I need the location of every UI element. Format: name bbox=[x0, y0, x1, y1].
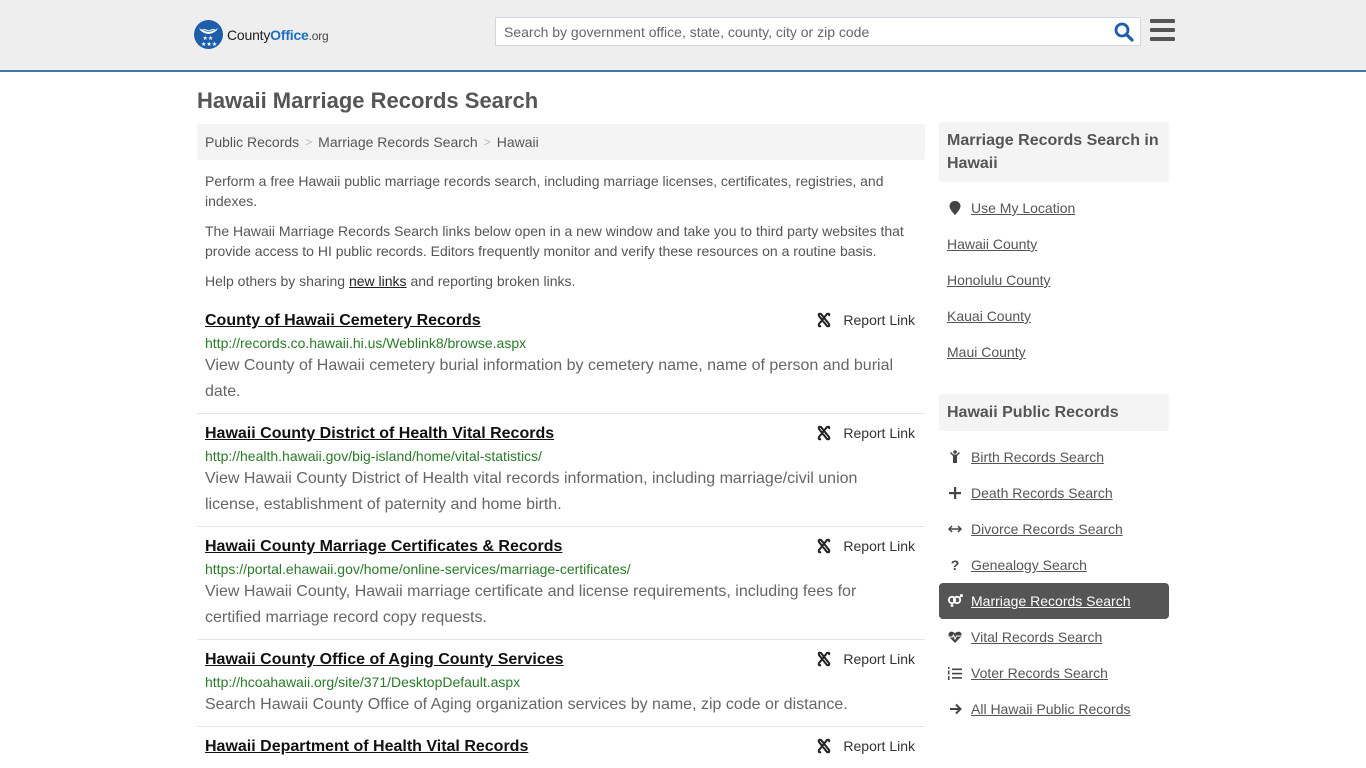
child-icon bbox=[947, 449, 963, 465]
svg-text:★★: ★★ bbox=[203, 35, 214, 42]
sidebar-item-maui-county[interactable]: Maui County bbox=[939, 334, 1169, 370]
sidebar-item-birth-records[interactable]: Birth Records Search bbox=[939, 439, 1169, 475]
public-records-list: Birth Records Search Death Records Searc… bbox=[939, 431, 1169, 731]
breadcrumb-separator: > bbox=[305, 135, 313, 149]
search-box bbox=[495, 17, 1141, 46]
broken-link-icon bbox=[818, 651, 831, 667]
record-item: Hawaii County District of Health Vital R… bbox=[197, 414, 925, 527]
record-description: Search Hawaii County Office of Aging org… bbox=[205, 696, 848, 713]
sidebar-item-death-records[interactable]: Death Records Search bbox=[939, 475, 1169, 511]
logo-eagle-icon: ★★ ★★★ bbox=[194, 20, 223, 49]
record-title-link[interactable]: County of Hawaii Cemetery Records bbox=[205, 311, 481, 331]
record-title-link[interactable]: Hawaii Department of Health Vital Record… bbox=[205, 737, 528, 757]
records-list: County of Hawaii Cemetery Records Report… bbox=[197, 301, 925, 765]
intro-paragraph-3: Help others by sharing new links and rep… bbox=[205, 273, 576, 289]
heartbeat-icon bbox=[947, 629, 963, 645]
sidebar-item-voter-records[interactable]: Voter Records Search bbox=[939, 655, 1169, 691]
main-content: Hawaii Marriage Records Search Public Re… bbox=[197, 72, 925, 765]
sidebar-item-marriage-records[interactable]: Marriage Records Search bbox=[939, 583, 1169, 619]
sidebar-item-divorce-records[interactable]: Divorce Records Search bbox=[939, 511, 1169, 547]
sidebar-heading-public-records: Hawaii Public Records bbox=[939, 394, 1169, 431]
sidebar-item-hawaii-county[interactable]: Hawaii County bbox=[939, 226, 1169, 262]
new-links-link[interactable]: new links bbox=[349, 273, 407, 289]
breadcrumb-hawaii[interactable]: Hawaii bbox=[497, 134, 539, 150]
svg-text:★★★: ★★★ bbox=[201, 41, 217, 48]
intro-text: Perform a free Hawaii public marriage re… bbox=[197, 171, 925, 291]
record-url: http://hcoahawaii.org/site/371/DesktopDe… bbox=[205, 674, 521, 690]
record-url: http://health.hawaii.gov/big-island/home… bbox=[205, 448, 542, 464]
intro-paragraph-2: The Hawaii Marriage Records Search links… bbox=[205, 223, 904, 259]
search-input[interactable] bbox=[496, 18, 1096, 45]
broken-link-icon bbox=[818, 312, 831, 328]
question-icon: ? bbox=[950, 557, 960, 573]
record-title-link[interactable]: Hawaii County District of Health Vital R… bbox=[205, 424, 554, 444]
search-button[interactable] bbox=[1114, 22, 1134, 42]
broken-link-icon bbox=[818, 538, 831, 554]
record-title-link[interactable]: Hawaii County Office of Aging County Ser… bbox=[205, 650, 564, 670]
report-link-button[interactable]: Report Link bbox=[816, 651, 915, 667]
broken-link-icon bbox=[818, 425, 831, 441]
breadcrumb: Public Records > Marriage Records Search… bbox=[197, 124, 925, 160]
site-header: ★★ ★★★ CountyOffice.org bbox=[0, 0, 1366, 72]
record-url: http://records.co.hawaii.hi.us/Weblink8/… bbox=[205, 335, 527, 351]
sidebar-item-kauai-county[interactable]: Kauai County bbox=[939, 298, 1169, 334]
record-item: County of Hawaii Cemetery Records Report… bbox=[197, 301, 925, 414]
page-title: Hawaii Marriage Records Search bbox=[197, 88, 539, 113]
plus-icon bbox=[947, 485, 963, 501]
sidebar-item-vital-records[interactable]: Vital Records Search bbox=[939, 619, 1169, 655]
sidebar: Marriage Records Search in Hawaii Use My… bbox=[939, 122, 1169, 731]
record-description: View Hawaii County District of Health vi… bbox=[205, 470, 858, 513]
record-item: Hawaii County Office of Aging County Ser… bbox=[197, 640, 925, 727]
record-description: View County of Hawaii cemetery burial in… bbox=[205, 357, 894, 400]
logo-text: CountyOffice.org bbox=[227, 26, 329, 43]
venus-mars-icon bbox=[947, 593, 963, 609]
map-marker-icon bbox=[947, 200, 963, 216]
report-link-button[interactable]: Report Link bbox=[816, 425, 915, 441]
report-link-button[interactable]: Report Link bbox=[816, 312, 915, 328]
search-icon bbox=[1114, 22, 1134, 42]
sidebar-item-honolulu-county[interactable]: Honolulu County bbox=[939, 262, 1169, 298]
intro-paragraph-1: Perform a free Hawaii public marriage re… bbox=[205, 173, 884, 209]
record-title-link[interactable]: Hawaii County Marriage Certificates & Re… bbox=[205, 537, 562, 557]
site-logo[interactable]: ★★ ★★★ CountyOffice.org bbox=[194, 20, 329, 49]
record-description: View Hawaii County, Hawaii marriage cert… bbox=[205, 583, 857, 626]
hamburger-menu-icon[interactable] bbox=[1150, 19, 1175, 41]
sidebar-item-use-my-location[interactable]: Use My Location bbox=[939, 190, 1169, 226]
record-item: Hawaii Department of Health Vital Record… bbox=[197, 727, 925, 765]
county-list: Use My Location Hawaii County Honolulu C… bbox=[939, 182, 1169, 374]
sidebar-item-all-hawaii-public-records[interactable]: All Hawaii Public Records bbox=[939, 691, 1169, 727]
record-url: https://portal.ehawaii.gov/home/online-s… bbox=[205, 561, 631, 577]
arrows-h-icon bbox=[947, 521, 963, 537]
breadcrumb-marriage-records-search[interactable]: Marriage Records Search bbox=[318, 134, 478, 150]
report-link-button[interactable]: Report Link bbox=[816, 738, 915, 754]
sidebar-heading-county-search: Marriage Records Search in Hawaii bbox=[939, 122, 1169, 182]
record-item: Hawaii County Marriage Certificates & Re… bbox=[197, 527, 925, 640]
report-link-button[interactable]: Report Link bbox=[816, 538, 915, 554]
breadcrumb-separator: > bbox=[483, 135, 491, 149]
breadcrumb-public-records[interactable]: Public Records bbox=[205, 134, 299, 150]
arrow-right-icon bbox=[947, 701, 963, 717]
sidebar-item-genealogy[interactable]: ? Genealogy Search bbox=[939, 547, 1169, 583]
list-ol-icon bbox=[947, 665, 963, 681]
broken-link-icon bbox=[818, 738, 831, 754]
